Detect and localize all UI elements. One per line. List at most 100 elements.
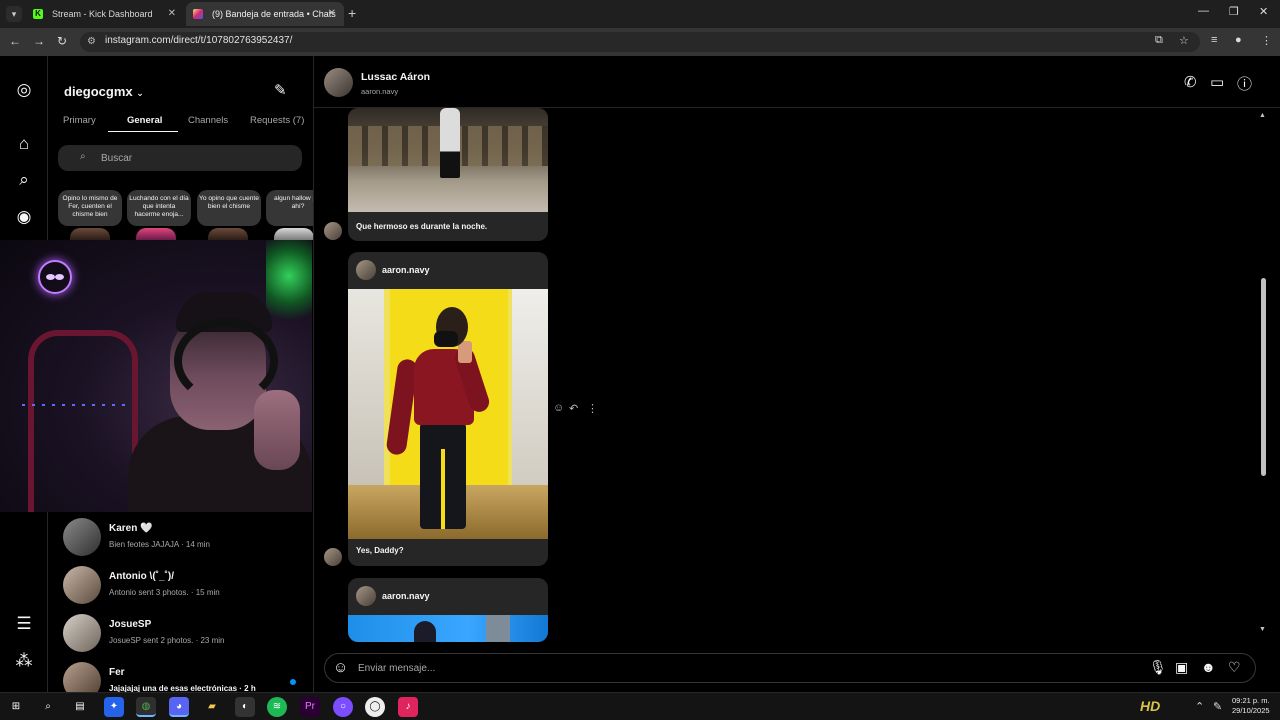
window-close-button[interactable]: ✕	[1259, 5, 1268, 18]
tray-chevron-icon[interactable]: ⌃	[1195, 700, 1204, 713]
scrollbar[interactable]: ▲ ▼	[1259, 112, 1267, 636]
avatar[interactable]	[324, 68, 353, 97]
scroll-thumb[interactable]	[1261, 278, 1266, 476]
reading-list-icon[interactable]: ≡	[1211, 34, 1217, 46]
chat-list-item[interactable]: Antonio \(˚_˚)/ Antonio sent 3 photos. ·…	[58, 561, 308, 609]
note-bubble[interactable]: Opino lo mismo de Fer, cuenten el chisme…	[58, 190, 122, 226]
app-ring-icon[interactable]: ◯	[365, 697, 385, 717]
image-icon[interactable]: ▣	[1175, 659, 1188, 676]
premiere-icon[interactable]: Pr	[300, 697, 320, 717]
note-bubble[interactable]: Luchando con el día que intenta hacerme …	[127, 190, 191, 226]
react-emoji-icon[interactable]: ☺	[553, 402, 564, 414]
microphone-icon[interactable]: 🎙	[1149, 659, 1167, 676]
more-menu-icon[interactable]: ☰	[12, 612, 36, 636]
message-bubble[interactable]: Que hermoso es durante la noche.	[348, 108, 548, 241]
obs-icon[interactable]: ◐	[235, 697, 255, 717]
message-bubble[interactable]: aaron.navy Yes, Daddy?	[348, 252, 548, 566]
tab-title: Stream - Kick Dashboard	[52, 9, 153, 19]
chat-list-item[interactable]: JosueSP JosueSP sent 2 photos. · 23 min	[58, 609, 308, 657]
search-input[interactable]: ⌕ Buscar	[58, 145, 302, 171]
scroll-down-icon[interactable]: ▼	[1259, 626, 1266, 633]
heart-icon[interactable]: ♡	[1228, 659, 1241, 676]
profile-icon[interactable]: ●	[1235, 34, 1242, 46]
url-text[interactable]: instagram.com/direct/t/107802763952437/	[105, 35, 292, 46]
restore-button[interactable]: ❐	[1229, 5, 1239, 18]
reply-icon[interactable]: ↶	[569, 402, 578, 415]
info-icon[interactable]: ⓘ	[1237, 73, 1252, 94]
tiktok-icon[interactable]: ♪	[398, 697, 418, 717]
note-avatar[interactable]	[70, 228, 110, 240]
forward-icon[interactable]: →	[33, 34, 45, 48]
chat-preview: Bien feotes JAJAJA · 14 min	[109, 540, 210, 549]
explore-icon[interactable]: ◉	[12, 205, 36, 229]
chrome-icon[interactable]: ◍	[136, 697, 156, 717]
search-icon[interactable]: ⌕	[38, 697, 58, 717]
shared-photo[interactable]	[348, 108, 548, 212]
contact-name[interactable]: Lussac Aáron	[361, 71, 430, 83]
copilot-icon[interactable]: ✦	[104, 697, 124, 717]
site-info-icon[interactable]: ⚙	[87, 36, 96, 47]
system-clock[interactable]: 09:21 p. m. 29/10/2025	[1232, 696, 1270, 716]
avatar	[356, 260, 376, 280]
message-input[interactable]	[358, 654, 1118, 682]
note-bubble[interactable]: algun hallow por ahí?	[266, 190, 313, 226]
tab-requests[interactable]: Requests (7)	[250, 115, 304, 126]
shared-post-author[interactable]: aaron.navy	[382, 591, 430, 601]
shared-post-author[interactable]: aaron.navy	[382, 265, 430, 275]
clock-date: 29/10/2025	[1232, 706, 1270, 715]
task-view-icon[interactable]: ▤	[70, 697, 90, 717]
windows-start-icon[interactable]: ⊞	[6, 697, 26, 717]
minimize-button[interactable]: —	[1198, 5, 1209, 17]
photo-detail	[434, 331, 458, 347]
tab-close-icon[interactable]: ✕	[328, 2, 336, 26]
tab-channels[interactable]: Channels	[188, 115, 228, 126]
home-icon[interactable]: ⌂	[12, 132, 36, 156]
tab-search-button[interactable]: ▾	[6, 6, 22, 22]
shared-photo[interactable]	[348, 289, 548, 539]
address-bar[interactable]: ⚙ instagram.com/direct/t/107802763952437…	[80, 32, 1200, 52]
account-switcher[interactable]: diegocgmx ⌄	[64, 84, 144, 99]
note-bubble[interactable]: Yo opino que cuente bien el chisme	[197, 190, 261, 226]
chat-list-item[interactable]: Karen 🤍 Bien feotes JAJAJA · 14 min	[58, 513, 308, 561]
spotify-icon[interactable]: ≋	[267, 697, 287, 717]
pen-icon[interactable]: ✎	[1213, 700, 1222, 713]
bookmark-star-icon[interactable]: ☆	[1179, 34, 1189, 47]
file-explorer-icon[interactable]: ▰	[202, 697, 222, 717]
new-tab-button[interactable]: +	[348, 5, 356, 21]
sticker-icon[interactable]: ☻	[1201, 659, 1216, 675]
more-options-icon[interactable]: ⋮	[587, 402, 598, 415]
browser-menu-icon[interactable]: ⋮	[1261, 34, 1272, 47]
app-circle-icon[interactable]: ○	[333, 697, 353, 717]
new-message-icon[interactable]: ✎	[274, 81, 287, 99]
instagram-logo-icon[interactable]: ◎	[12, 78, 36, 102]
note-avatar[interactable]	[208, 228, 248, 240]
contact-handle: aaron.navy	[361, 87, 399, 96]
scroll-up-icon[interactable]: ▲	[1259, 112, 1266, 119]
note-avatar[interactable]	[136, 228, 176, 240]
discord-icon[interactable]: ◕	[169, 697, 189, 717]
tab-close-icon[interactable]: ✕	[168, 2, 176, 26]
reload-icon[interactable]: ↻	[57, 34, 67, 48]
message-bubble[interactable]: aaron.navy	[348, 578, 548, 642]
led-strip	[22, 404, 132, 406]
video-call-icon[interactable]: ▭	[1210, 73, 1224, 91]
install-app-icon[interactable]: ⧉	[1155, 34, 1163, 47]
note-avatar[interactable]	[274, 228, 313, 240]
message-caption: Yes, Daddy?	[356, 546, 404, 555]
chat-list-item[interactable]: Fer Jajajajaj una de esas electrónicas ·…	[58, 657, 308, 692]
phone-icon[interactable]: ✆	[1184, 73, 1197, 91]
shared-photo[interactable]	[348, 615, 548, 642]
search-icon[interactable]: ⌕	[12, 168, 36, 192]
browser-tab-instagram[interactable]: (9) Bandeja de entrada • Chats ✕	[186, 2, 344, 26]
neon-light	[266, 240, 312, 330]
photo-detail	[486, 615, 510, 642]
apps-icon[interactable]: ⁂	[12, 649, 36, 673]
chat-preview: Jajajajaj una de esas electrónicas · 2 h	[109, 684, 256, 692]
photo-detail	[458, 341, 472, 363]
back-icon[interactable]: ←	[9, 34, 21, 48]
browser-tab-kick[interactable]: K Stream - Kick Dashboard ✕	[26, 2, 184, 26]
tab-primary[interactable]: Primary	[63, 115, 96, 126]
tab-general[interactable]: General	[127, 115, 162, 126]
tab-title: (9) Bandeja de entrada • Chats	[212, 9, 336, 19]
emoji-icon[interactable]: ☺	[333, 659, 348, 676]
